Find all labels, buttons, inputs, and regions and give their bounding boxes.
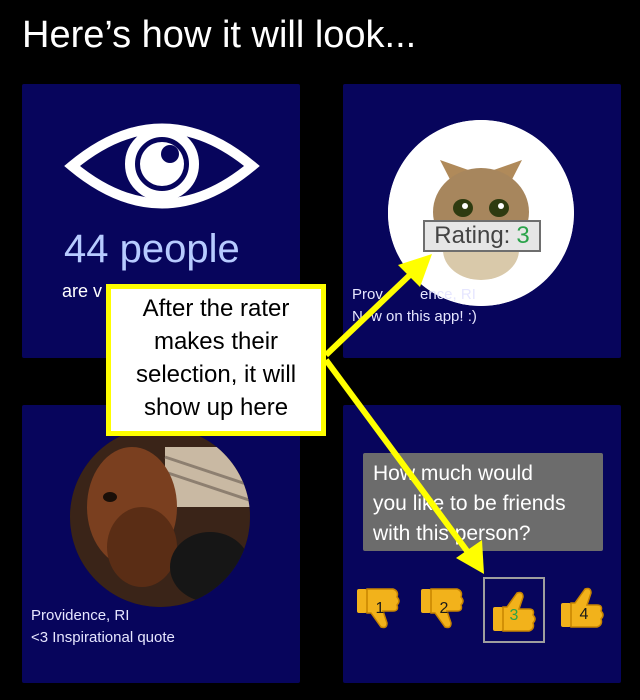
callout-line-1: After the rater bbox=[142, 295, 290, 322]
viewer-count: 44 people bbox=[64, 227, 240, 271]
option-4-label: 4 bbox=[579, 606, 589, 623]
dog-profile-card: Providence, RI <3 Inspirational quote bbox=[22, 405, 300, 683]
dog-quote: <3 Inspirational quote bbox=[31, 629, 175, 646]
friend-question: How much would you like to be friends wi… bbox=[363, 453, 603, 551]
question-card: How much would you like to be friends wi… bbox=[343, 405, 621, 683]
option-3-label: 3 bbox=[509, 607, 519, 624]
callout-line-3: selection, it will bbox=[135, 361, 297, 388]
thumbs-up-option-4[interactable]: 4 bbox=[557, 583, 611, 635]
profile-card: Rating: 3 Prov ence, RI N w on this app!… bbox=[343, 84, 621, 358]
viewer-subtext: are v bbox=[62, 281, 103, 301]
rating-options: 1 2 3 4 bbox=[353, 575, 618, 645]
callout-line-4: show up here bbox=[143, 394, 289, 421]
dog-location: Providence, RI bbox=[31, 607, 130, 624]
callout-line-2: makes their bbox=[153, 328, 279, 355]
profile-location-end: ence, RI bbox=[420, 286, 476, 303]
question-line-1: How much would bbox=[373, 462, 533, 485]
rating-value: 3 bbox=[516, 222, 530, 249]
callout-box: After the rater makes their selection, i… bbox=[106, 284, 326, 436]
cat-photo bbox=[388, 120, 574, 306]
thumbs-down-option-1[interactable]: 1 bbox=[353, 583, 407, 635]
profile-bio-end: w on this app! :) bbox=[371, 308, 477, 325]
eye-icon bbox=[64, 123, 260, 209]
option-1-label: 1 bbox=[375, 600, 385, 617]
profile-bio-start: N bbox=[352, 308, 363, 325]
question-line-2: you like to be friends bbox=[373, 492, 566, 515]
dog-photo bbox=[70, 427, 250, 607]
page-title: Here’s how it will look... bbox=[22, 14, 417, 56]
question-line-3: with this person? bbox=[373, 522, 531, 545]
rating-badge: Rating: 3 bbox=[423, 220, 541, 252]
option-2-label: 2 bbox=[439, 600, 449, 617]
thumbs-up-option-3[interactable]: 3 bbox=[483, 577, 545, 643]
profile-location-start: Prov bbox=[352, 286, 383, 303]
rating-label: Rating: bbox=[434, 222, 511, 249]
thumbs-down-option-2[interactable]: 2 bbox=[417, 583, 471, 635]
